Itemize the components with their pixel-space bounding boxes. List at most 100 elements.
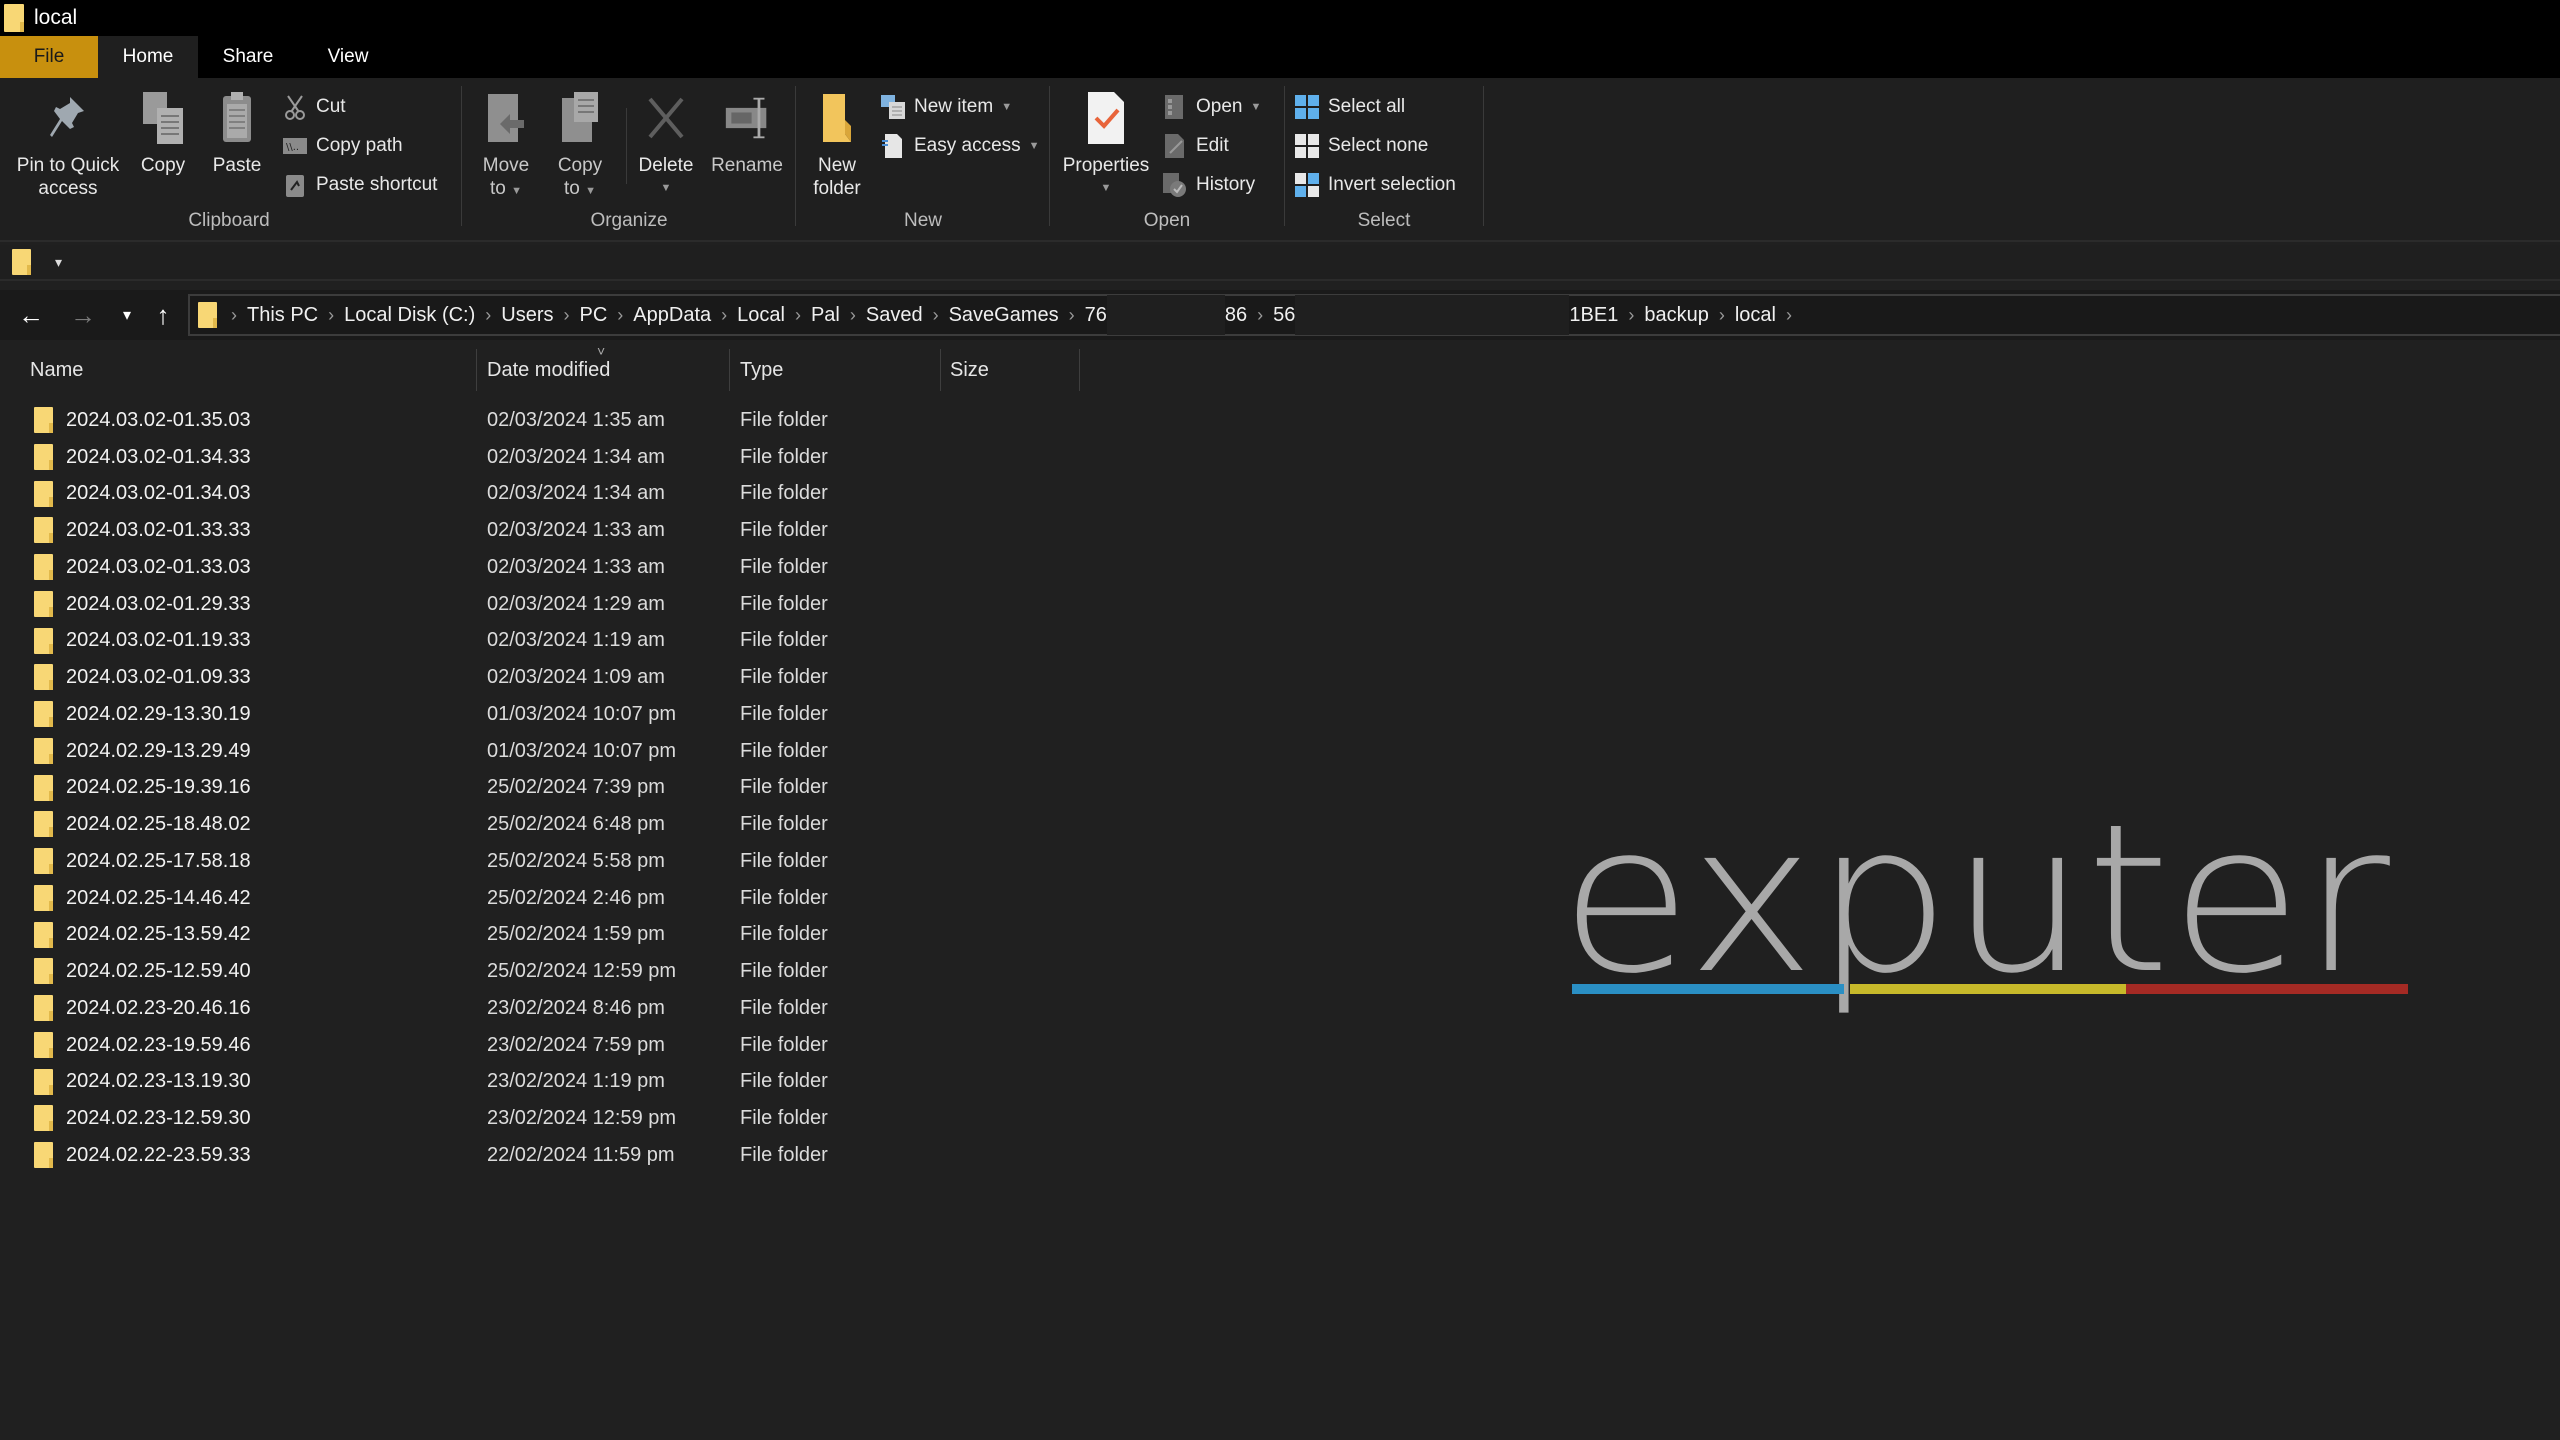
chevron-right-icon[interactable]: ›	[791, 305, 805, 326]
file-date-modified: 02/03/2024 1:29 am	[487, 592, 665, 615]
new-item-button[interactable]: New item ▼	[880, 92, 1012, 122]
file-row[interactable]: 2024.03.02-01.33.03 02/03/2024 1:33 am Fil…	[0, 549, 1100, 586]
properties-button[interactable]: Properties ▼	[1058, 90, 1154, 200]
easy-access-button[interactable]: Easy access ▼	[880, 131, 1040, 161]
copy-path-button[interactable]: \\.. Copy path	[282, 131, 403, 161]
file-row[interactable]: 2024.02.23-13.19.30 23/02/2024 1:19 pm Fil…	[0, 1064, 1100, 1101]
breadcrumb-appdata[interactable]: AppData	[627, 304, 717, 327]
column-header-date-modified[interactable]: Date modified	[487, 349, 610, 391]
file-row[interactable]: 2024.02.25-19.39.16 25/02/2024 7:39 pm Fil…	[0, 770, 1100, 807]
tab-file[interactable]: File	[0, 36, 98, 78]
file-date-modified: 02/03/2024 1:19 am	[487, 629, 665, 652]
breadcrumb-user-id-end[interactable]: 86	[1225, 304, 1253, 327]
window-title: local	[34, 6, 78, 29]
file-row[interactable]: 2024.02.25-12.59.40 25/02/2024 12:59 pm Fi…	[0, 953, 1100, 990]
chevron-right-icon[interactable]: ›	[1253, 305, 1267, 326]
breadcrumb-local[interactable]: Local	[731, 304, 791, 327]
breadcrumb-backup[interactable]: backup	[1638, 304, 1715, 327]
tab-home[interactable]: Home	[98, 36, 198, 78]
history-button[interactable]: History	[1162, 170, 1255, 200]
file-row[interactable]: 2024.02.29-13.30.19 01/03/2024 10:07 pm Fi…	[0, 696, 1100, 733]
column-resize-handle[interactable]	[729, 349, 730, 391]
copy-to-button[interactable]: Copy to ▼	[550, 90, 610, 203]
folder-icon	[34, 407, 53, 433]
file-row[interactable]: 2024.02.23-19.59.46 23/02/2024 7:59 pm Fil…	[0, 1027, 1100, 1064]
copy-button[interactable]: Copy	[134, 90, 192, 177]
up-arrow-icon[interactable]: ↑	[146, 298, 180, 332]
tab-view[interactable]: View	[298, 36, 398, 78]
forward-arrow-icon[interactable]: →	[66, 298, 100, 332]
ribbon-tabs: File Home Share View	[0, 36, 2560, 78]
breadcrumb-world-id[interactable]: 56	[1267, 304, 1295, 327]
chevron-right-icon[interactable]: ›	[846, 305, 860, 326]
chevron-right-icon[interactable]: ›	[613, 305, 627, 326]
breadcrumb-current-local[interactable]: local	[1729, 304, 1782, 327]
open-group: Properties ▼ Open ▼ Edit History Open	[1050, 78, 1284, 242]
breadcrumb-local-disk[interactable]: Local Disk (C:)	[338, 304, 481, 327]
chevron-right-icon[interactable]: ›	[1782, 305, 1796, 326]
file-row[interactable]: 2024.03.02-01.09.33 02/03/2024 1:09 am Fil…	[0, 659, 1100, 696]
select-all-button[interactable]: Select all	[1294, 92, 1405, 122]
delete-button[interactable]: Delete ▼	[634, 90, 698, 200]
breadcrumb-pal[interactable]: Pal	[805, 304, 846, 327]
rename-button[interactable]: Rename	[706, 90, 788, 177]
file-row[interactable]: 2024.03.02-01.29.33 02/03/2024 1:29 am Fil…	[0, 586, 1100, 623]
paste-shortcut-icon	[282, 172, 308, 198]
folder-icon[interactable]	[12, 249, 31, 275]
breadcrumb-users[interactable]: Users	[495, 304, 559, 327]
file-row[interactable]: 2024.02.25-14.46.42 25/02/2024 2:46 pm Fil…	[0, 880, 1100, 917]
chevron-right-icon[interactable]: ›	[1715, 305, 1729, 326]
breadcrumb-user-id[interactable]: 76	[1079, 304, 1107, 327]
chevron-right-icon[interactable]: ›	[481, 305, 495, 326]
file-row[interactable]: 2024.02.22-23.59.33 22/02/2024 11:59 pm Fi…	[0, 1137, 1100, 1174]
tab-share[interactable]: Share	[198, 36, 298, 78]
chevron-right-icon[interactable]: ›	[324, 305, 338, 326]
breadcrumb-this-pc[interactable]: This PC	[241, 304, 324, 327]
address-bar[interactable]: › This PC › Local Disk (C:) › Users › PC…	[188, 294, 2560, 336]
column-resize-handle[interactable]	[940, 349, 941, 391]
file-row[interactable]: 2024.03.02-01.35.03 02/03/2024 1:35 am Fil…	[0, 402, 1100, 439]
breadcrumb-world-id-end[interactable]: 1BE1	[1569, 304, 1624, 327]
column-header-name[interactable]: Name	[30, 349, 83, 391]
file-row[interactable]: 2024.03.02-01.33.33 02/03/2024 1:33 am Fil…	[0, 512, 1100, 549]
file-name: 2024.02.29-13.30.19	[66, 702, 251, 725]
new-folder-button[interactable]: New folder	[806, 90, 868, 200]
breadcrumb-pc[interactable]: PC	[574, 304, 614, 327]
chevron-right-icon[interactable]: ›	[560, 305, 574, 326]
column-header-size[interactable]: Size	[950, 349, 989, 391]
file-row[interactable]: 2024.03.02-01.19.33 02/03/2024 1:19 am Fil…	[0, 623, 1100, 660]
chevron-right-icon[interactable]: ›	[227, 305, 241, 326]
column-resize-handle[interactable]	[1079, 349, 1080, 391]
file-type: File folder	[740, 629, 828, 652]
select-none-button[interactable]: Select none	[1294, 131, 1428, 161]
cut-button[interactable]: Cut	[282, 92, 346, 122]
invert-selection-button[interactable]: Invert selection	[1294, 170, 1456, 200]
chevron-right-icon[interactable]: ›	[1065, 305, 1079, 326]
column-header-type[interactable]: Type	[740, 349, 783, 391]
column-resize-handle[interactable]	[476, 349, 477, 391]
breadcrumb-saved[interactable]: Saved	[860, 304, 929, 327]
back-arrow-icon[interactable]: ←	[14, 298, 48, 332]
customize-toolbar-dropdown-icon[interactable]: ▾	[55, 254, 62, 271]
paste-shortcut-button[interactable]: Paste shortcut	[282, 170, 437, 200]
file-row[interactable]: 2024.02.25-17.58.18 25/02/2024 5:58 pm Fil…	[0, 843, 1100, 880]
chevron-right-icon[interactable]: ›	[929, 305, 943, 326]
file-row[interactable]: 2024.02.25-18.48.02 25/02/2024 6:48 pm Fil…	[0, 806, 1100, 843]
paste-button[interactable]: Paste	[206, 90, 268, 177]
breadcrumb-savegames[interactable]: SaveGames	[943, 304, 1065, 327]
move-to-button[interactable]: Move to ▼	[476, 90, 536, 203]
file-row[interactable]: 2024.02.25-13.59.42 25/02/2024 1:59 pm Fil…	[0, 917, 1100, 954]
file-row[interactable]: 2024.03.02-01.34.33 02/03/2024 1:34 am Fil…	[0, 439, 1100, 476]
file-row[interactable]: 2024.03.02-01.34.03 02/03/2024 1:34 am Fil…	[0, 476, 1100, 513]
chevron-right-icon[interactable]: ›	[717, 305, 731, 326]
pin-icon	[45, 90, 91, 146]
file-row[interactable]: 2024.02.23-12.59.30 23/02/2024 12:59 pm Fi…	[0, 1100, 1100, 1137]
open-button[interactable]: Open ▼	[1162, 92, 1261, 122]
recent-locations-chevron-icon[interactable]: ▾	[110, 298, 144, 332]
pin-to-quick-access-button[interactable]: Pin to Quick access	[10, 90, 126, 200]
edit-button[interactable]: Edit	[1162, 131, 1229, 161]
chevron-right-icon[interactable]: ›	[1624, 305, 1638, 326]
file-row[interactable]: 2024.02.29-13.29.49 01/03/2024 10:07 pm Fi…	[0, 733, 1100, 770]
file-row[interactable]: 2024.02.23-20.46.16 23/02/2024 8:46 pm Fil…	[0, 990, 1100, 1027]
redacted-region	[1295, 295, 1570, 335]
